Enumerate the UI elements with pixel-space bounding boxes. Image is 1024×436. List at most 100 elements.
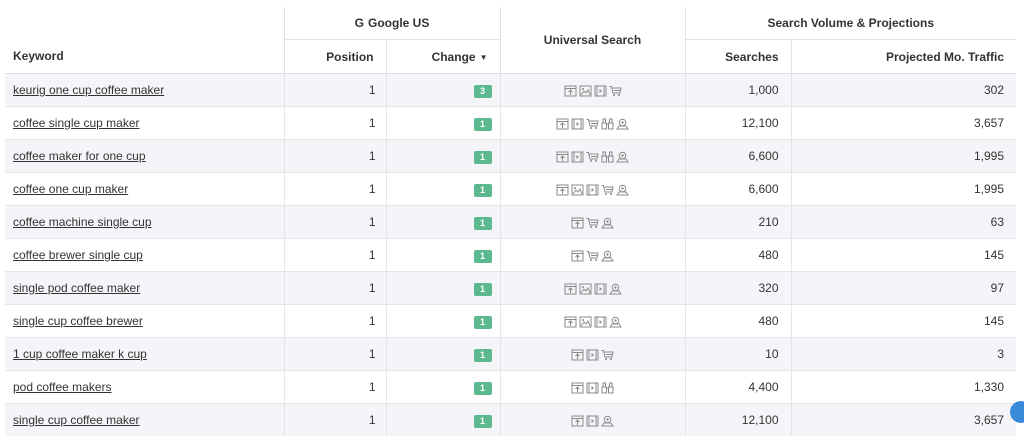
searches-cell: 480 <box>685 305 791 338</box>
keyword-link[interactable]: keurig one cup coffee maker <box>13 83 164 97</box>
keyword-link[interactable]: pod coffee makers <box>13 380 112 394</box>
keyword-link[interactable]: 1 cup coffee maker k cup <box>13 347 147 361</box>
google-us-label: Google US <box>368 16 429 30</box>
universal-search-cell <box>500 140 685 173</box>
table-row: keurig one cup coffee maker131,000302 <box>5 74 1016 107</box>
change-badge: 1 <box>474 184 492 197</box>
change-cell: 3 <box>386 74 500 107</box>
position-cell: 1 <box>284 239 386 272</box>
keyword-link[interactable]: single pod coffee maker <box>13 281 140 295</box>
local-icon <box>616 118 629 130</box>
position-cell: 1 <box>284 140 386 173</box>
shopping-icon <box>586 250 599 262</box>
image-icon <box>579 283 592 295</box>
keyword-link[interactable]: coffee single cup maker <box>13 116 140 130</box>
image-icon <box>571 184 584 196</box>
position-cell: 1 <box>284 338 386 371</box>
news-icon <box>571 415 584 427</box>
change-cell: 1 <box>386 404 500 436</box>
searches-cell: 12,100 <box>685 404 791 436</box>
news-icon <box>571 217 584 229</box>
local-icon <box>616 151 629 163</box>
shopping-icon <box>601 349 614 361</box>
keyword-column-header[interactable]: Keyword <box>5 40 284 74</box>
searches-cell: 1,000 <box>685 74 791 107</box>
binoculars-icon <box>601 151 614 163</box>
keyword-cell: coffee maker for one cup <box>5 140 284 173</box>
binoculars-icon <box>601 118 614 130</box>
keyword-link[interactable]: coffee maker for one cup <box>13 149 146 163</box>
traffic-cell: 1,995 <box>791 173 1016 206</box>
rankings-table: GGoogle US Universal Search Search Volum… <box>5 7 1016 436</box>
searches-cell: 480 <box>685 239 791 272</box>
change-badge: 1 <box>474 151 492 164</box>
universal-search-cell <box>500 239 685 272</box>
searches-cell: 6,600 <box>685 173 791 206</box>
news-icon <box>564 85 577 97</box>
keyword-link[interactable]: single cup coffee maker <box>13 413 140 427</box>
binoculars-icon <box>601 382 614 394</box>
keyword-link[interactable]: single cup coffee brewer <box>13 314 143 328</box>
keyword-cell: single cup coffee maker <box>5 404 284 436</box>
table-row: coffee machine single cup1121063 <box>5 206 1016 239</box>
traffic-cell: 145 <box>791 305 1016 338</box>
keyword-cell: keurig one cup coffee maker <box>5 74 284 107</box>
change-column-label: Change <box>432 50 476 64</box>
searches-cell: 4,400 <box>685 371 791 404</box>
position-cell: 1 <box>284 107 386 140</box>
keyword-link[interactable]: coffee brewer single cup <box>13 248 143 262</box>
traffic-cell: 3 <box>791 338 1016 371</box>
traffic-cell: 1,330 <box>791 371 1016 404</box>
keyword-cell: coffee one cup maker <box>5 173 284 206</box>
google-g-icon: G <box>355 16 364 30</box>
sort-desc-icon: ▼ <box>480 53 488 62</box>
video-icon <box>571 151 584 163</box>
traffic-cell: 302 <box>791 74 1016 107</box>
video-icon <box>594 85 607 97</box>
news-icon <box>556 151 569 163</box>
table-row: 1 cup coffee maker k cup 1 1 103 <box>5 338 1016 371</box>
keyword-cell: coffee single cup maker <box>5 107 284 140</box>
keyword-link[interactable]: coffee machine single cup <box>13 215 152 229</box>
position-cell: 1 <box>284 404 386 436</box>
searches-cell: 12,100 <box>685 107 791 140</box>
position-cell: 1 <box>284 371 386 404</box>
position-cell: 1 <box>284 272 386 305</box>
shopping-icon <box>586 217 599 229</box>
shopping-icon <box>601 184 614 196</box>
keyword-cell: pod coffee makers <box>5 371 284 404</box>
searches-cell: 10 <box>685 338 791 371</box>
position-column-header[interactable]: Position <box>284 40 386 74</box>
universal-search-cell <box>500 305 685 338</box>
traffic-column-header[interactable]: Projected Mo. Traffic <box>791 40 1016 74</box>
position-cell: 1 <box>284 206 386 239</box>
local-icon <box>609 316 622 328</box>
change-badge: 1 <box>474 349 492 362</box>
table-row: single cup coffee maker1112,1003,657 <box>5 404 1016 436</box>
news-icon <box>564 316 577 328</box>
change-cell: 1 <box>386 140 500 173</box>
change-cell: 1 <box>386 305 500 338</box>
table-row: coffee maker for one cup116,6001,995 <box>5 140 1016 173</box>
google-us-header: G Google US <box>284 7 500 40</box>
searches-cell: 320 <box>685 272 791 305</box>
universal-search-cell <box>500 272 685 305</box>
keyword-link[interactable]: coffee one cup maker <box>13 182 128 196</box>
searches-column-header[interactable]: Searches <box>685 40 791 74</box>
universal-search-cell <box>500 107 685 140</box>
change-badge: 1 <box>474 415 492 428</box>
keyword-cell: coffee brewer single cup <box>5 239 284 272</box>
change-column-header[interactable]: Change ▼ <box>386 40 500 74</box>
change-badge: 1 <box>474 316 492 329</box>
video-icon <box>594 316 607 328</box>
table-row: coffee one cup maker116,6001,995 <box>5 173 1016 206</box>
news-icon <box>571 250 584 262</box>
universal-search-cell <box>500 173 685 206</box>
universal-search-cell <box>500 74 685 107</box>
universal-search-header: Universal Search <box>500 7 685 74</box>
change-badge: 3 <box>474 85 492 98</box>
traffic-cell: 3,657 <box>791 107 1016 140</box>
keyword-cell: single cup coffee brewer <box>5 305 284 338</box>
change-badge: 1 <box>474 283 492 296</box>
table-row: single cup coffee brewer11480145 <box>5 305 1016 338</box>
